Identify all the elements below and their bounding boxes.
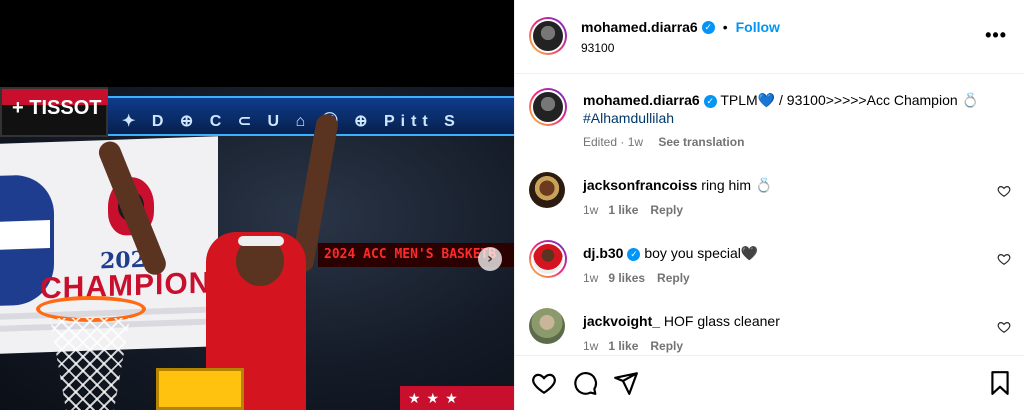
caption-meta: Edited · 1w See translation: [583, 135, 744, 149]
comment-body: boy you special🖤: [644, 245, 759, 261]
like-comment-heart-icon[interactable]: [997, 184, 1011, 198]
comment-body: HOF glass cleaner: [663, 313, 780, 329]
author-avatar[interactable]: [529, 17, 567, 55]
save-bookmark-icon[interactable]: [987, 370, 1013, 396]
ladder: [156, 368, 244, 410]
author-subtitle: 93100: [581, 41, 615, 55]
caption-hashtag[interactable]: #Alhamdullilah: [583, 110, 674, 126]
comment-username[interactable]: jacksonfrancoiss: [583, 177, 697, 193]
separator-dot: •: [722, 19, 728, 35]
comment-time: 1w: [583, 271, 599, 285]
verified-badge-icon: ✓: [703, 94, 717, 108]
reply-button[interactable]: Reply: [657, 271, 690, 285]
comment-username[interactable]: jackvoight_: [583, 313, 660, 329]
comment-username[interactable]: dj.b30: [583, 245, 623, 261]
comment-avatar[interactable]: [529, 308, 565, 344]
comment-text: dj.b30 ✓ boy you special🖤: [583, 244, 985, 262]
caption-edited: Edited · 1w: [583, 135, 644, 149]
caption-avatar[interactable]: [529, 88, 567, 126]
comment-likes[interactable]: 1 like: [608, 203, 638, 217]
verified-badge-icon: ✓: [701, 20, 715, 34]
comment-text: jacksonfrancoiss ring him 💍: [583, 176, 985, 194]
reply-button[interactable]: Reply: [650, 339, 683, 353]
like-comment-heart-icon[interactable]: [997, 320, 1011, 334]
like-heart-icon[interactable]: [531, 370, 557, 396]
comment-likes[interactable]: 9 likes: [608, 271, 645, 285]
follow-button[interactable]: Follow: [736, 19, 780, 35]
stars-banner: ★★★: [400, 386, 514, 410]
comment-meta: 1w 1 like Reply: [583, 339, 683, 353]
author-name-row: mohamed.diarra6 ✓ • Follow: [581, 19, 780, 35]
player-headband: [238, 236, 284, 246]
comment-text: jackvoight_ HOF glass cleaner: [583, 312, 985, 330]
comment-avatar[interactable]: [529, 172, 565, 208]
author-username[interactable]: mohamed.diarra6: [581, 19, 698, 35]
comment-body: ring him 💍: [701, 177, 773, 193]
post-sidebar: mohamed.diarra6 ✓ • Follow 93100 ••• moh…: [514, 0, 1024, 410]
comment-bubble-icon[interactable]: [572, 370, 598, 396]
arena-scoreboard: ✦ D ⊕ C ⊂ U ⌂ Ⓣ ⊕ Pitt S: [108, 96, 514, 136]
share-paper-plane-icon[interactable]: [613, 370, 639, 396]
like-comment-heart-icon[interactable]: [997, 252, 1011, 266]
comment-time: 1w: [583, 203, 599, 217]
comment-time: 1w: [583, 339, 599, 353]
reply-button[interactable]: Reply: [650, 203, 683, 217]
comment-meta: 1w 9 likes Reply: [583, 271, 690, 285]
more-options-icon[interactable]: •••: [985, 25, 1007, 46]
post-header: mohamed.diarra6 ✓ • Follow 93100 •••: [515, 0, 1024, 74]
caption-body: TPLM💙 / 93100>>>>>Acc Champion 💍: [720, 92, 979, 108]
see-translation-button[interactable]: See translation: [658, 135, 744, 149]
comment-meta: 1w 1 like Reply: [583, 203, 683, 217]
verified-badge-icon: ✓: [627, 247, 641, 261]
tissot-sign: + TISSOT: [0, 87, 108, 137]
caption-text: mohamed.diarra6 ✓ TPLM💙 / 93100>>>>>Acc C…: [583, 91, 985, 127]
next-image-button[interactable]: ›: [478, 247, 502, 271]
comment-avatar[interactable]: [529, 240, 567, 278]
post-action-bar: [515, 355, 1024, 410]
tissot-label: + TISSOT: [12, 97, 102, 119]
comment-likes[interactable]: 1 like: [608, 339, 638, 353]
post-media[interactable]: ✦ D ⊕ C ⊂ U ⌂ Ⓣ ⊕ Pitt S 2024 ACC MEN'S …: [0, 0, 514, 410]
caption-username[interactable]: mohamed.diarra6: [583, 92, 700, 108]
